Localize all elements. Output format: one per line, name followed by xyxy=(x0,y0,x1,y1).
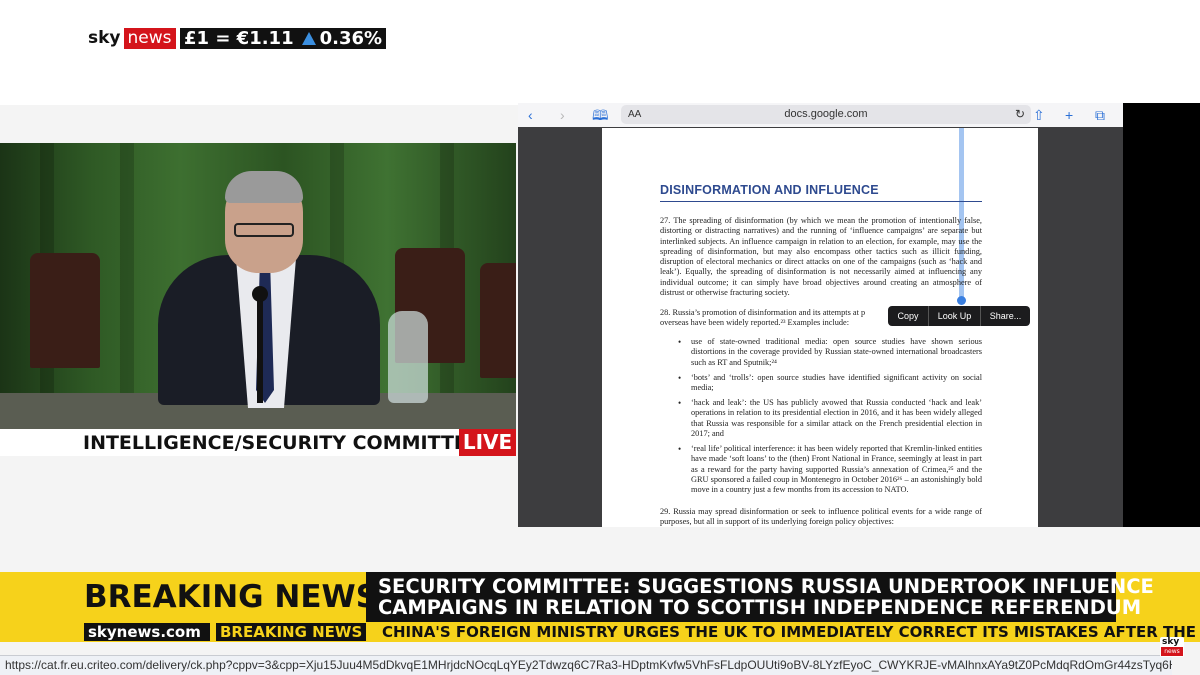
video-caption: INTELLIGENCE/SECURITY COMMITTEE xyxy=(83,432,480,454)
url-text: docs.google.com xyxy=(784,108,868,120)
document-page[interactable]: DISINFORMATION AND INFLUENCE 27. The spr… xyxy=(602,128,1038,527)
logo-sky-text: sky xyxy=(85,28,124,49)
bullet-item: use of state-owned traditional media: op… xyxy=(691,337,982,367)
bullet-icon: • xyxy=(678,398,682,408)
breaking-headline: SECURITY COMMITTEE: SUGGESTIONS RUSSIA U… xyxy=(366,572,1154,622)
share-icon[interactable]: ⇧ xyxy=(1033,105,1045,125)
up-arrow-icon xyxy=(301,32,316,45)
book-icon[interactable]: 🕮 xyxy=(592,105,609,125)
scrolling-ticker-text: CHINA'S FOREIGN MINISTRY URGES THE UK TO… xyxy=(382,623,1200,641)
corner-logo-news: news xyxy=(1161,647,1183,656)
chair xyxy=(480,263,516,378)
section-heading: DISINFORMATION AND INFLUENCE xyxy=(660,183,879,197)
currency-ticker: £1 = €1.11 0.36% xyxy=(180,28,387,49)
speaker-glasses xyxy=(234,223,294,237)
bullet-item: ‘real life’ political interference: it h… xyxy=(691,444,982,495)
look-up-menu-item[interactable]: Look Up xyxy=(929,306,980,326)
live-badge: LIVE xyxy=(459,429,516,456)
text-context-menu: Copy Look Up Share... xyxy=(888,306,1030,326)
heading-rule xyxy=(660,201,982,202)
live-video-feed xyxy=(0,143,516,429)
speaker-hair xyxy=(225,171,303,203)
tabs-icon[interactable]: ⧉ xyxy=(1095,105,1105,125)
bullet-icon: • xyxy=(678,373,682,383)
paragraph-29: 29. Russia may spread disinformation or … xyxy=(660,507,982,527)
breaking-news-label: BREAKING NEWS xyxy=(76,572,378,622)
share-menu-item[interactable]: Share... xyxy=(981,306,1030,326)
reload-icon[interactable]: ↻ xyxy=(1015,106,1025,122)
headline-line-2: CAMPAIGNS IN RELATION TO SCOTTISH INDEPE… xyxy=(378,596,1142,619)
copy-menu-item[interactable]: Copy xyxy=(888,306,928,326)
document-viewer: ‹ › 🕮 AA docs.google.com ↻ ⇧ + ⧉ DISINFO… xyxy=(518,103,1123,527)
bullet-icon: • xyxy=(678,337,682,347)
side-panel xyxy=(1123,103,1200,527)
paragraph-27: 27. The spreading of disinformation (by … xyxy=(660,216,982,298)
new-tab-icon[interactable]: + xyxy=(1065,105,1073,125)
browser-toolbar: ‹ › 🕮 AA docs.google.com ↻ ⇧ + ⧉ xyxy=(518,103,1123,127)
headline-line-1: SECURITY COMMITTEE: SUGGESTIONS RUSSIA U… xyxy=(378,575,1154,598)
corner-sky-news-logo: sky news xyxy=(1160,637,1184,657)
breaking-news-tag: BREAKING NEWS xyxy=(216,623,366,641)
currency-rate: £1 = €1.11 xyxy=(184,28,294,49)
currency-change: 0.36% xyxy=(319,28,383,49)
sky-news-logo: sky news xyxy=(85,28,176,49)
curtain-fold xyxy=(120,143,134,429)
bullet-icon: • xyxy=(678,444,682,454)
back-icon[interactable]: ‹ xyxy=(528,105,533,125)
top-bar: sky news £1 = €1.11 0.36% xyxy=(0,0,1200,105)
forward-icon[interactable]: › xyxy=(560,105,565,125)
chair xyxy=(30,253,100,368)
site-label: skynews.com xyxy=(84,623,210,641)
microphone-head xyxy=(252,286,268,302)
microphone xyxy=(257,293,263,403)
bullet-item: ‘hack and leak’: the US has publicly avo… xyxy=(691,398,982,438)
water-bottle xyxy=(388,311,428,403)
bullet-item: ‘bots’ and ‘trolls’: open source studies… xyxy=(691,373,982,393)
logo-news-text: news xyxy=(123,28,176,49)
corner-logo-sky: sky xyxy=(1162,637,1180,647)
address-bar[interactable]: AA docs.google.com ↻ xyxy=(621,105,1031,124)
video-caption-bar: INTELLIGENCE/SECURITY COMMITTEE LIVE xyxy=(0,429,516,456)
browser-status-bar: https://cat.fr.eu.criteo.com/delivery/ck… xyxy=(0,655,1172,675)
